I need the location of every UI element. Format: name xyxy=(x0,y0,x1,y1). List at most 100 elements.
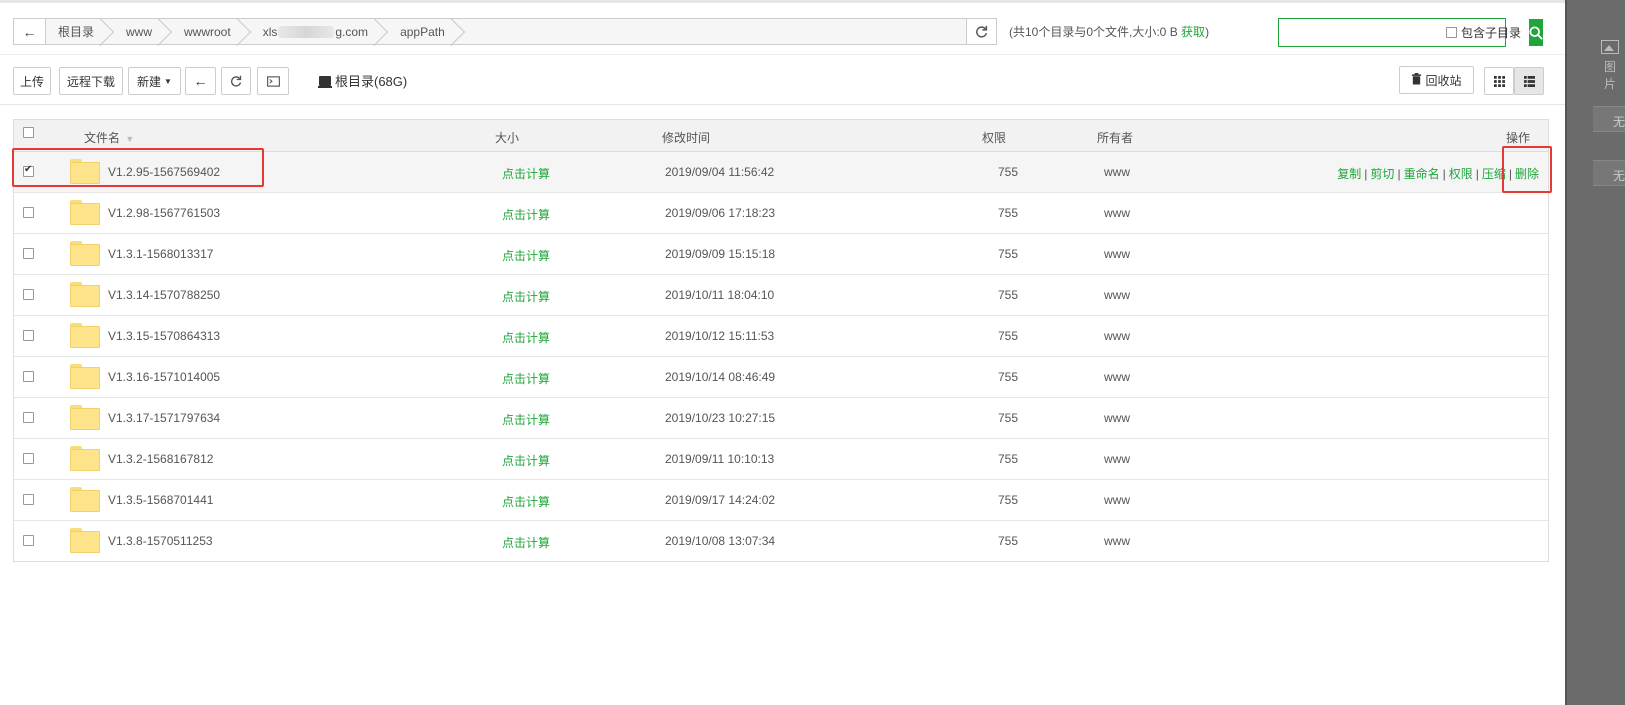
upload-button[interactable]: 上传 xyxy=(13,67,51,95)
calc-size-link[interactable]: 点击计算 xyxy=(502,288,550,305)
permission: 755 xyxy=(998,165,1019,179)
select-all-checkbox[interactable] xyxy=(23,127,34,138)
folder-icon xyxy=(70,364,100,389)
calc-size-link[interactable]: 点击计算 xyxy=(502,493,550,510)
file-name[interactable]: V1.3.14-1570788250 xyxy=(108,288,220,302)
column-header-name[interactable]: 文件名 ▼ xyxy=(84,129,134,146)
breadcrumb: ← 根目录 www wwwroot xls g.com appPath xyxy=(13,18,997,45)
column-header-permission: 权限 xyxy=(982,131,1007,145)
calc-size-link[interactable]: 点击计算 xyxy=(502,206,550,223)
back-button[interactable]: ← xyxy=(14,19,46,44)
file-name[interactable]: V1.3.16-1571014005 xyxy=(108,370,220,384)
remote-download-button[interactable]: 远程下载 xyxy=(59,67,123,95)
calc-size-link[interactable]: 点击计算 xyxy=(502,411,550,428)
breadcrumb-item-root[interactable]: 根目录 xyxy=(46,19,114,44)
file-name[interactable]: V1.2.98-1567761503 xyxy=(108,206,220,220)
row-checkbox[interactable] xyxy=(23,494,34,505)
recycle-bin-button[interactable]: 回收站 xyxy=(1399,66,1474,94)
modified-time: 2019/10/08 13:07:34 xyxy=(665,534,776,548)
top-border xyxy=(0,0,1565,3)
owner: www xyxy=(1104,288,1130,302)
column-header-actions: 操作 xyxy=(1505,131,1530,145)
hard-drive-icon xyxy=(318,75,332,88)
caret-down-icon: ▼ xyxy=(164,76,172,86)
table-row[interactable]: V1.3.17-1571797634 点击计算 2019/10/23 10:27… xyxy=(14,398,1548,439)
owner: www xyxy=(1104,534,1130,548)
refresh-icon xyxy=(976,25,988,38)
permission: 755 xyxy=(998,247,1019,261)
search-input[interactable] xyxy=(1279,19,1446,46)
calc-size-link[interactable]: 点击计算 xyxy=(502,370,550,387)
permission-link[interactable]: 权限 xyxy=(1449,167,1473,181)
table-row[interactable]: V1.3.8-1570511253 点击计算 2019/10/08 13:07:… xyxy=(14,521,1548,562)
file-name[interactable]: V1.3.1-1568013317 xyxy=(108,247,213,261)
refresh-icon xyxy=(231,75,242,87)
sort-down-icon: ▼ xyxy=(125,134,135,144)
column-header-size: 大小 xyxy=(495,131,520,145)
back-toolbar-button[interactable]: ← xyxy=(185,67,216,95)
breadcrumb-item-domain[interactable]: xls g.com xyxy=(251,19,388,44)
breadcrumb-item-apppath[interactable]: appPath xyxy=(388,19,465,44)
copy-link[interactable]: 复制 xyxy=(1337,167,1361,181)
new-dropdown-button[interactable]: 新建 ▼ xyxy=(128,67,181,95)
path-input-area[interactable] xyxy=(464,19,966,44)
row-checkbox[interactable] xyxy=(23,207,34,218)
row-checkbox[interactable] xyxy=(23,453,34,464)
file-name[interactable]: V1.3.15-1570864313 xyxy=(108,329,220,343)
table-row[interactable]: V1.2.98-1567761503 点击计算 2019/09/06 17:18… xyxy=(14,193,1548,234)
row-checkbox[interactable] xyxy=(23,248,34,259)
trash-icon xyxy=(1411,72,1422,88)
refresh-button[interactable] xyxy=(966,19,996,44)
table-row[interactable]: V1.3.15-1570864313 点击计算 2019/10/12 15:11… xyxy=(14,316,1548,357)
calc-size-link[interactable]: 点击计算 xyxy=(502,165,550,182)
table-row[interactable]: V1.3.14-1570788250 点击计算 2019/10/11 18:04… xyxy=(14,275,1548,316)
include-subdir-checkbox[interactable]: 包含子目录 xyxy=(1446,19,1529,46)
folder-icon xyxy=(70,446,100,471)
file-name[interactable]: V1.3.8-1570511253 xyxy=(108,534,213,548)
owner: www xyxy=(1104,247,1130,261)
row-checkbox[interactable] xyxy=(23,330,34,341)
disk-selector[interactable]: 根目录(68G) xyxy=(318,71,407,90)
column-header-owner: 所有者 xyxy=(1097,131,1134,145)
modified-time: 2019/10/23 10:27:15 xyxy=(665,411,776,425)
table-row[interactable]: V1.3.16-1571014005 点击计算 2019/10/14 08:46… xyxy=(14,357,1548,398)
table-row[interactable]: V1.3.1-1568013317 点击计算 2019/09/09 15:15:… xyxy=(14,234,1548,275)
folder-icon xyxy=(70,241,100,266)
modified-time: 2019/10/12 15:11:53 xyxy=(665,329,775,343)
cut-link[interactable]: 剪切 xyxy=(1370,167,1394,181)
search-box: 包含子目录 xyxy=(1278,18,1544,47)
calc-size-link[interactable]: 点击计算 xyxy=(502,452,550,469)
divider xyxy=(0,104,1565,105)
rename-link[interactable]: 重命名 xyxy=(1404,167,1440,181)
file-name[interactable]: V1.3.17-1571797634 xyxy=(108,411,220,425)
get-size-link[interactable]: 获取 xyxy=(1181,25,1205,39)
breadcrumb-item-www[interactable]: www xyxy=(114,19,172,44)
list-view-button[interactable] xyxy=(1514,67,1544,95)
breadcrumb-item-wwwroot[interactable]: wwwroot xyxy=(172,19,251,44)
permission: 755 xyxy=(998,452,1019,466)
table-row[interactable]: V1.3.2-1568167812 点击计算 2019/09/11 10:10:… xyxy=(14,439,1548,480)
calc-size-link[interactable]: 点击计算 xyxy=(502,247,550,264)
modified-time: 2019/10/11 18:04:10 xyxy=(665,288,775,302)
row-checkbox[interactable] xyxy=(23,371,34,382)
grid-view-button[interactable] xyxy=(1484,67,1514,95)
table-row[interactable]: V1.3.5-1568701441 点击计算 2019/09/17 14:24:… xyxy=(14,480,1548,521)
file-name[interactable]: V1.3.5-1568701441 xyxy=(108,493,213,507)
row-checkbox[interactable] xyxy=(23,412,34,423)
search-icon xyxy=(1529,25,1543,40)
arrow-left-icon: ← xyxy=(193,73,208,89)
calc-size-link[interactable]: 点击计算 xyxy=(502,329,550,346)
file-name[interactable]: V1.3.2-1568167812 xyxy=(108,452,213,466)
calc-size-link[interactable]: 点击计算 xyxy=(502,534,550,551)
image-panel-item[interactable]: 图片 xyxy=(1599,40,1621,91)
row-checkbox[interactable] xyxy=(23,289,34,300)
checkbox-icon xyxy=(1446,27,1457,38)
permission: 755 xyxy=(998,288,1019,302)
row-checkbox[interactable] xyxy=(23,535,34,546)
folder-icon xyxy=(70,405,100,430)
terminal-icon xyxy=(266,75,280,87)
modified-time: 2019/09/04 11:56:42 xyxy=(665,165,775,179)
refresh-toolbar-button[interactable] xyxy=(221,67,251,95)
terminal-button[interactable] xyxy=(257,67,289,95)
search-button[interactable] xyxy=(1529,19,1544,46)
